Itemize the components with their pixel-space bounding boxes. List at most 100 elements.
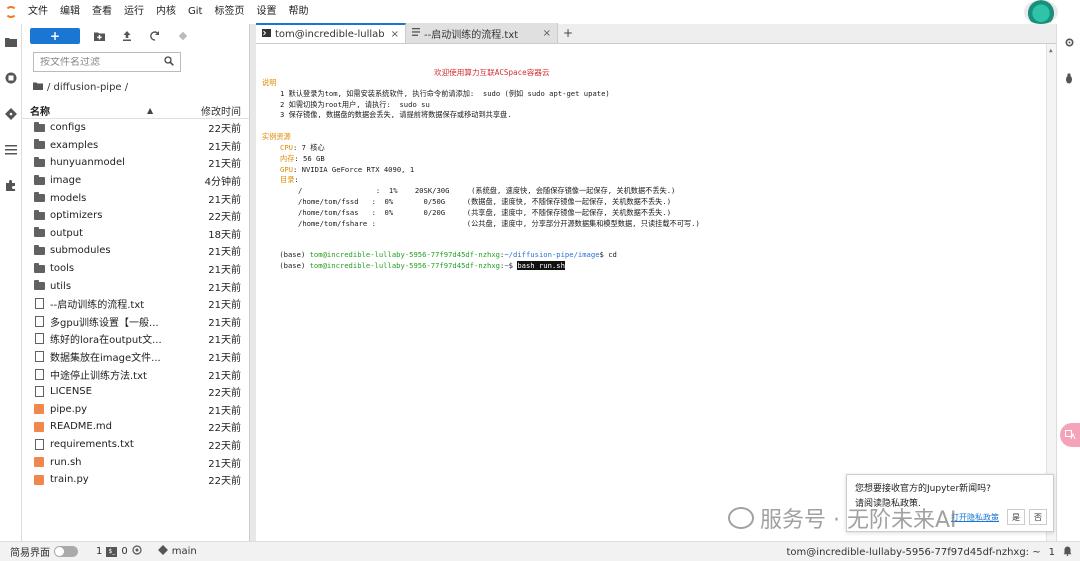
git-branch-name: main: [171, 546, 197, 557]
new-launcher-button[interactable]: +: [30, 28, 80, 44]
folder-icon: [32, 209, 46, 220]
folder-row[interactable]: models 21天前: [22, 189, 249, 207]
file-row[interactable]: run.sh 21天前: [22, 453, 249, 471]
notification-yes-button[interactable]: 是: [1007, 509, 1025, 525]
property-inspector-icon[interactable]: [1057, 24, 1080, 60]
file-modified-time: 18天前: [208, 229, 241, 241]
refresh-icon[interactable]: [146, 27, 164, 45]
folder-row[interactable]: tools 21天前: [22, 260, 249, 278]
breadcrumb-folder-icon[interactable]: [33, 82, 43, 93]
tab-text-file-label: --启动训练的流程.txt: [424, 29, 519, 41]
new-folder-icon[interactable]: [90, 27, 108, 45]
bell-icon[interactable]: [1063, 546, 1072, 559]
terminal-welcome: 欢迎使用算力互联ACSpace容器云: [434, 68, 550, 77]
file-list-header: 名称 ▲ 修改时间: [22, 101, 249, 119]
file-row[interactable]: 练好的lora在output文... 21天前: [22, 330, 249, 348]
notification-line: 您想要接收官方的Jupyter新闻吗?: [855, 484, 991, 494]
menu-kernel[interactable]: 内核: [150, 0, 182, 24]
menu-help[interactable]: 帮助: [282, 0, 314, 24]
upload-icon[interactable]: [118, 27, 136, 45]
file-row[interactable]: 多gpu训练设置【一般... 21天前: [22, 313, 249, 331]
terminal-prompt-line: (base) tom@incredible-lullaby-5956-77f97…: [279, 261, 565, 270]
column-header-name[interactable]: 名称: [22, 103, 147, 118]
extension-icon[interactable]: [0, 168, 22, 204]
file-name: 数据集放在image文件...: [50, 353, 161, 365]
terminal-resource-line: 目录:: [280, 175, 299, 184]
terminal-desc-line: 3 保存镜像, 数据盘的数据会丢失, 请提前将数据保存或移动到共享盘.: [280, 110, 512, 119]
file-name: requirements.txt: [50, 438, 134, 450]
file-row[interactable]: 中途停止训练方法.txt 21天前: [22, 365, 249, 383]
folder-row[interactable]: hunyuanmodel 21天前: [22, 154, 249, 172]
column-header-modified[interactable]: 修改时间: [157, 103, 249, 118]
terminal-scrollbar[interactable]: ▲: [1046, 44, 1056, 541]
menu-view[interactable]: 查看: [86, 0, 118, 24]
file-row[interactable]: --启动训练的流程.txt 21天前: [22, 295, 249, 313]
folder-icon: [32, 227, 46, 238]
file-row[interactable]: LICENSE 22天前: [22, 383, 249, 401]
file-name: output: [50, 227, 83, 239]
debugger-icon[interactable]: [1057, 60, 1080, 96]
file-filter-field[interactable]: [33, 52, 181, 72]
kernel-count-group[interactable]: 1 $_ 0: [96, 545, 142, 558]
text-file-icon: [412, 27, 420, 39]
notification-no-button[interactable]: 否: [1029, 509, 1047, 525]
git-branch[interactable]: main: [157, 545, 197, 558]
running-icon[interactable]: [0, 60, 22, 96]
simple-mode-toggle[interactable]: [54, 546, 78, 557]
terminal-count: 0: [121, 546, 128, 557]
git-clone-icon[interactable]: [174, 27, 192, 45]
toc-icon[interactable]: [0, 132, 22, 168]
text-file-icon: [32, 315, 46, 327]
file-modified-time: 21天前: [208, 247, 241, 259]
file-browser: + / diffusion-pipe / 名称 ▲ 修改时间 configs 22…: [22, 24, 250, 541]
file-filter-input[interactable]: [40, 56, 164, 68]
menu-edit[interactable]: 编辑: [54, 0, 86, 24]
menu-run[interactable]: 运行: [118, 0, 150, 24]
file-name: tools: [50, 263, 75, 275]
folder-icon: [32, 192, 46, 203]
file-modified-time: 21天前: [208, 335, 241, 347]
folder-row[interactable]: image 4分钟前: [22, 172, 249, 190]
tab-text-file[interactable]: --启动训练的流程.txt ×: [406, 23, 558, 43]
file-row[interactable]: pipe.py 21天前: [22, 401, 249, 419]
folder-row[interactable]: submodules 21天前: [22, 242, 249, 260]
menu-tabs[interactable]: 标签页: [208, 0, 250, 24]
scroll-up-icon[interactable]: ▲: [1049, 46, 1053, 56]
file-row[interactable]: README.md 22天前: [22, 418, 249, 436]
breadcrumb[interactable]: / diffusion-pipe /: [33, 80, 249, 94]
file-row[interactable]: 数据集放在image文件... 21天前: [22, 348, 249, 366]
folder-icon[interactable]: [0, 24, 22, 60]
file-row[interactable]: requirements.txt 22天前: [22, 436, 249, 454]
menu-settings[interactable]: 设置: [250, 0, 282, 24]
git-icon[interactable]: [0, 96, 22, 132]
search-icon: [164, 55, 174, 69]
sort-ascending-icon[interactable]: ▲: [147, 106, 157, 115]
breadcrumb-path[interactable]: / diffusion-pipe /: [47, 82, 128, 93]
file-name: README.md: [50, 421, 113, 433]
file-name: 中途停止训练方法.txt: [50, 370, 147, 382]
user-avatar-icon[interactable]: [1024, 0, 1058, 24]
active-terminal-label: tom@incredible-lullaby-5956-77f97d45df-n…: [786, 546, 1041, 558]
terminal-panel[interactable]: 欢迎使用算力互联ACSpace容器云 说明 1 默认登录为tom, 如需安装系统…: [256, 44, 1056, 541]
file-modified-time: 21天前: [208, 317, 241, 329]
folder-row[interactable]: optimizers 22天前: [22, 207, 249, 225]
file-list: configs 22天前 examples 21天前 hunyuanmodel 21天前 i…: [22, 119, 249, 488]
file-modified-time: 21天前: [208, 265, 241, 277]
kernel-status-icon: [132, 545, 142, 558]
folder-row[interactable]: examples 21天前: [22, 137, 249, 155]
add-tab-button[interactable]: +: [558, 23, 578, 43]
folder-row[interactable]: utils 21天前: [22, 277, 249, 295]
file-modified-time: 22天前: [208, 476, 241, 488]
notification-count[interactable]: 1: [1049, 547, 1055, 558]
folder-row[interactable]: configs 22天前: [22, 119, 249, 137]
close-icon[interactable]: ×: [391, 29, 399, 40]
file-modified-time: 21天前: [208, 141, 241, 153]
file-row[interactable]: train.py 22天前: [22, 471, 249, 489]
terminal-dir-line: / : 1% 20SK/30G (系统盘, 速度快, 会随保存镜像一起保存, 关…: [298, 186, 676, 195]
folder-row[interactable]: output 18天前: [22, 225, 249, 243]
tab-terminal[interactable]: tom@incredible-lullaby-59 ×: [256, 23, 406, 43]
close-icon[interactable]: ×: [543, 28, 551, 39]
translate-icon[interactable]: [1060, 423, 1080, 447]
menu-file[interactable]: 文件: [22, 0, 54, 24]
menu-git[interactable]: Git: [182, 0, 208, 24]
